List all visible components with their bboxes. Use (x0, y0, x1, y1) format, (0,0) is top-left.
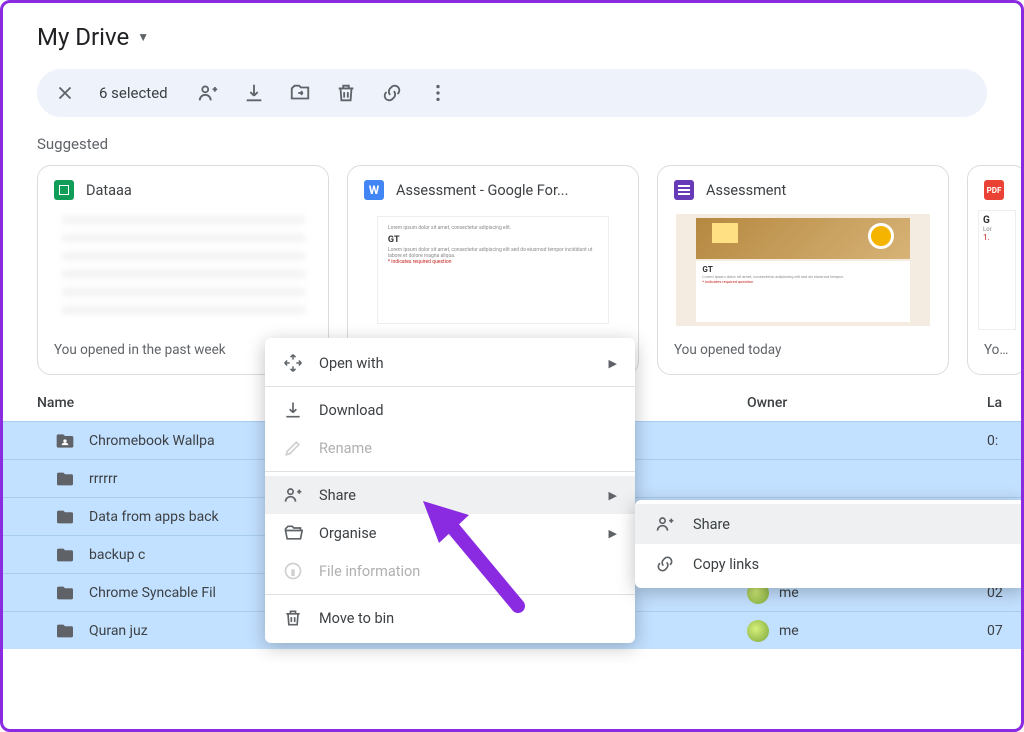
open-with-icon (283, 353, 303, 373)
card-preview (48, 210, 318, 330)
file-name: Chrome Syncable Fil (89, 585, 216, 601)
selection-toolbar: 6 selected (37, 69, 987, 117)
close-icon (54, 82, 76, 104)
drive-move-icon (289, 82, 311, 104)
menu-share[interactable]: Share ▶ (265, 476, 635, 514)
card-footer: You o (968, 330, 1024, 374)
menu-organise[interactable]: Organise ▶ (265, 514, 635, 552)
menu-label: Move to bin (319, 610, 617, 627)
menu-label: Organise (319, 525, 593, 542)
folder-icon (55, 623, 75, 639)
divider (265, 386, 635, 387)
overflow-button[interactable] (426, 81, 450, 105)
delete-button[interactable] (334, 81, 358, 105)
card-preview: GLor1. (978, 210, 1016, 330)
menu-download[interactable]: Download (265, 391, 635, 429)
menu-label: Download (319, 402, 617, 419)
menu-label: File information (319, 563, 617, 580)
last-modified: 0: (987, 433, 998, 449)
submenu-copy-links[interactable]: Copy links (635, 544, 1024, 584)
person-add-icon (655, 514, 675, 534)
chevron-right-icon: ▶ (609, 357, 617, 370)
download-icon (243, 82, 265, 104)
pdf-icon: PDF (984, 180, 1004, 200)
col-owner[interactable]: Owner (747, 395, 987, 411)
menu-move-to-bin[interactable]: Move to bin (265, 599, 635, 637)
file-name: rrrrrr (89, 471, 117, 487)
card-title: Assessment (706, 182, 786, 199)
divider (265, 471, 635, 472)
breadcrumb-title: My Drive (37, 23, 129, 51)
file-name: backup c (89, 547, 145, 563)
file-name: Data from apps back (89, 509, 219, 525)
forms-icon (674, 180, 694, 200)
avatar (747, 620, 769, 642)
chevron-right-icon: ▶ (609, 527, 617, 540)
rename-icon (283, 438, 303, 458)
card-preview: GTLorem ipsum dolor sit amet, consectetu… (668, 210, 938, 330)
submenu-share[interactable]: Share (635, 504, 1024, 544)
divider (265, 594, 635, 595)
trash-icon (283, 608, 303, 628)
card-preview: Lorem ipsum dolor sit amet, consectetur … (358, 210, 628, 330)
menu-label: Open with (319, 355, 593, 372)
menu-label: Rename (319, 440, 617, 457)
folder-open-icon (283, 523, 303, 543)
folder-icon (55, 547, 75, 563)
shared-folder-icon (55, 431, 75, 451)
submenu-label: Share (693, 516, 730, 533)
sheets-icon (54, 180, 74, 200)
person-add-icon (283, 485, 303, 505)
copy-link-button[interactable] (380, 81, 404, 105)
folder-icon (55, 509, 75, 525)
breadcrumb[interactable]: My Drive ▼ (3, 3, 1021, 61)
suggested-card[interactable]: PDF GLor1. You o (967, 165, 1024, 375)
download-icon (283, 400, 303, 420)
card-footer: You opened today (658, 330, 948, 374)
link-icon (655, 554, 675, 574)
menu-rename: Rename (265, 429, 635, 467)
chevron-down-icon: ▼ (137, 30, 149, 44)
clear-selection-button[interactable] (53, 81, 77, 105)
menu-open-with[interactable]: Open with ▶ (265, 344, 635, 382)
share-button[interactable] (196, 81, 220, 105)
more-vert-icon (427, 82, 449, 104)
download-button[interactable] (242, 81, 266, 105)
last-modified: 07 (987, 623, 1003, 639)
file-name: Quran juz (89, 623, 148, 639)
info-icon (283, 561, 303, 581)
suggested-heading: Suggested (3, 131, 1021, 165)
owner-name: me (779, 623, 799, 639)
menu-label: Share (319, 487, 593, 504)
card-title: Dataaa (86, 182, 132, 199)
suggested-card[interactable]: Assessment GTLorem ipsum dolor sit amet,… (657, 165, 949, 375)
context-menu: Open with ▶ Download Rename Share ▶ Orga… (265, 338, 635, 643)
menu-file-information: File information (265, 552, 635, 590)
submenu-label: Copy links (693, 556, 759, 573)
person-add-icon (197, 82, 219, 104)
docs-icon: W (364, 180, 384, 200)
card-title: Assessment - Google For... (396, 182, 568, 199)
folder-icon (55, 585, 75, 601)
chevron-right-icon: ▶ (609, 489, 617, 502)
link-icon (381, 82, 403, 104)
col-last[interactable]: La (987, 395, 1002, 411)
share-submenu: Share Copy links (635, 500, 1024, 588)
selection-count: 6 selected (99, 84, 168, 102)
folder-icon (55, 471, 75, 487)
move-button[interactable] (288, 81, 312, 105)
trash-icon (335, 82, 357, 104)
file-name: Chromebook Wallpa (89, 433, 215, 449)
